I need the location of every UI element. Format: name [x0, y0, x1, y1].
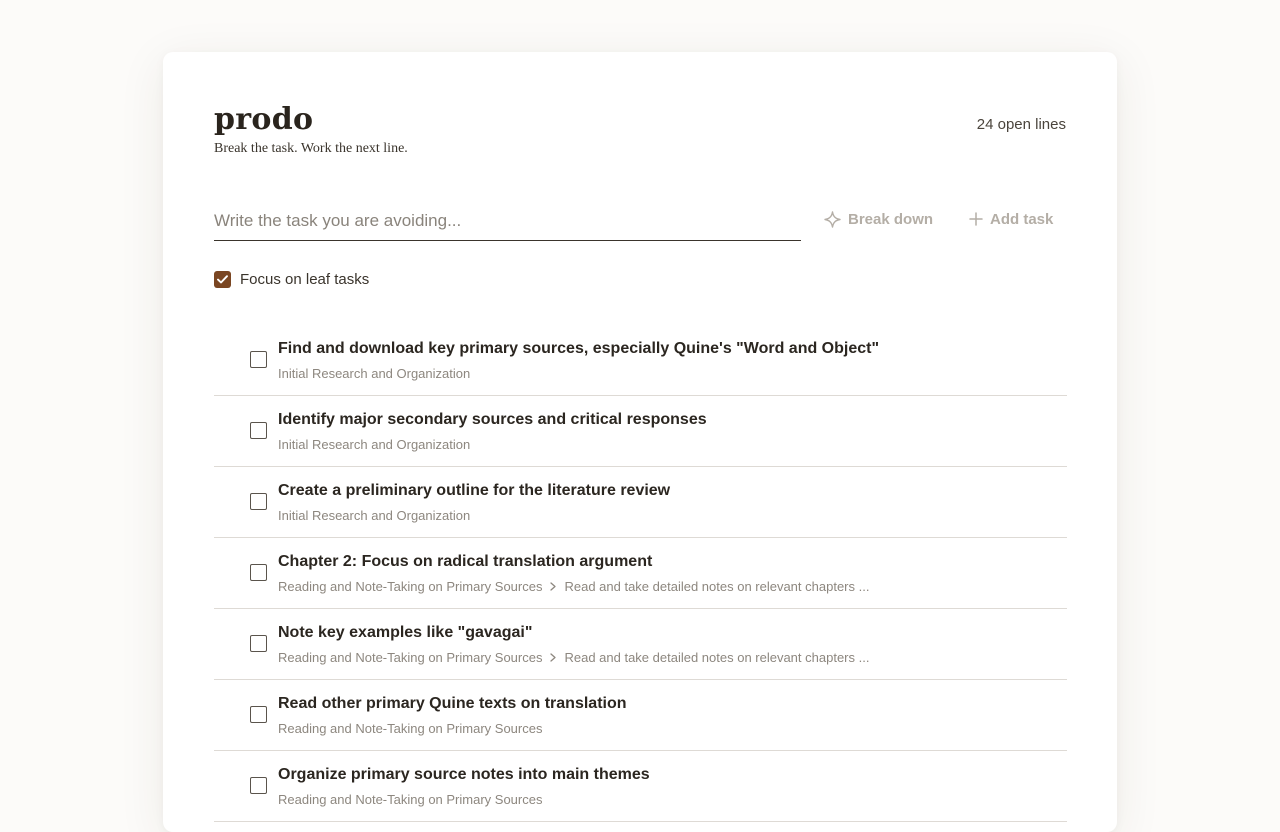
task-breadcrumb: Reading and Note-Taking on Primary Sourc… — [278, 721, 542, 736]
break-down-label: Break down — [848, 210, 934, 228]
task-breadcrumb: Reading and Note-Taking on Primary Sourc… — [278, 650, 869, 665]
chevron-right-icon — [550, 650, 557, 665]
task-entry-row: Break down Add task — [214, 202, 1067, 242]
task-breadcrumb: Initial Research and Organization — [278, 437, 470, 452]
breadcrumb-segment: Read and take detailed notes on relevant… — [564, 650, 870, 665]
plus-icon — [969, 212, 983, 226]
task-breadcrumb: Initial Research and Organization — [278, 508, 470, 523]
check-icon — [217, 275, 228, 284]
breadcrumb-segment: Reading and Note-Taking on Primary Sourc… — [278, 579, 543, 594]
breadcrumb-segment: Initial Research and Organization — [278, 366, 471, 381]
task-title: Identify major secondary sources and cri… — [278, 411, 707, 428]
task-checkbox[interactable] — [250, 422, 267, 439]
break-down-button[interactable]: Break down — [824, 206, 933, 232]
sparkle-icon — [824, 210, 841, 228]
task-row[interactable]: Identify major secondary sources and cri… — [214, 396, 1067, 467]
task-title: Read other primary Quine texts on transl… — [278, 695, 627, 712]
task-row[interactable]: Note key examples like "gavagai" Reading … — [214, 609, 1067, 680]
task-checkbox[interactable] — [250, 777, 267, 794]
task-input[interactable] — [214, 202, 801, 241]
task-row[interactable]: Find and download key primary sources, e… — [214, 325, 1067, 396]
breadcrumb-segment: Reading and Note-Taking on Primary Sourc… — [278, 721, 543, 736]
chevron-right-icon — [550, 579, 557, 594]
task-title: Chapter 2: Focus on radical translation … — [278, 553, 653, 570]
focus-leaf-toggle[interactable]: Focus on leaf tasks — [214, 271, 369, 288]
task-title: Organize primary source notes into main … — [278, 766, 650, 783]
task-checkbox[interactable] — [250, 706, 267, 723]
open-lines-count: 24 open lines — [976, 116, 1066, 133]
header: prodo Break the task. Work the next line… — [214, 102, 1066, 172]
task-list: Find and download key primary sources, e… — [214, 325, 1067, 822]
breadcrumb-segment: Initial Research and Organization — [278, 508, 471, 523]
breadcrumb-segment: Reading and Note-Taking on Primary Sourc… — [278, 650, 543, 665]
task-title: Create a preliminary outline for the lit… — [278, 482, 671, 499]
task-checkbox[interactable] — [250, 564, 267, 581]
focus-checkbox[interactable] — [214, 271, 231, 288]
task-checkbox[interactable] — [250, 351, 267, 368]
task-row[interactable]: Create a preliminary outline for the lit… — [214, 467, 1067, 538]
main-card: prodo Break the task. Work the next line… — [163, 52, 1117, 832]
task-row[interactable]: Chapter 2: Focus on radical translation … — [214, 538, 1067, 609]
breadcrumb-segment: Read and take detailed notes on relevant… — [564, 579, 870, 594]
app-logo: prodo — [214, 102, 314, 137]
add-task-label: Add task — [990, 210, 1054, 228]
task-title: Note key examples like "gavagai" — [278, 624, 533, 641]
task-row[interactable]: Organize primary source notes into main … — [214, 751, 1067, 822]
task-checkbox[interactable] — [250, 493, 267, 510]
task-row[interactable]: Read other primary Quine texts on transl… — [214, 680, 1067, 751]
focus-label: Focus on leaf tasks — [240, 271, 370, 288]
app-tagline: Break the task. Work the next line. — [214, 141, 408, 156]
task-checkbox[interactable] — [250, 635, 267, 652]
add-task-button[interactable]: Add task — [969, 206, 1053, 232]
task-breadcrumb: Reading and Note-Taking on Primary Sourc… — [278, 579, 869, 594]
task-breadcrumb: Initial Research and Organization — [278, 366, 470, 381]
breadcrumb-segment: Initial Research and Organization — [278, 437, 471, 452]
task-title: Find and download key primary sources, e… — [278, 340, 880, 357]
